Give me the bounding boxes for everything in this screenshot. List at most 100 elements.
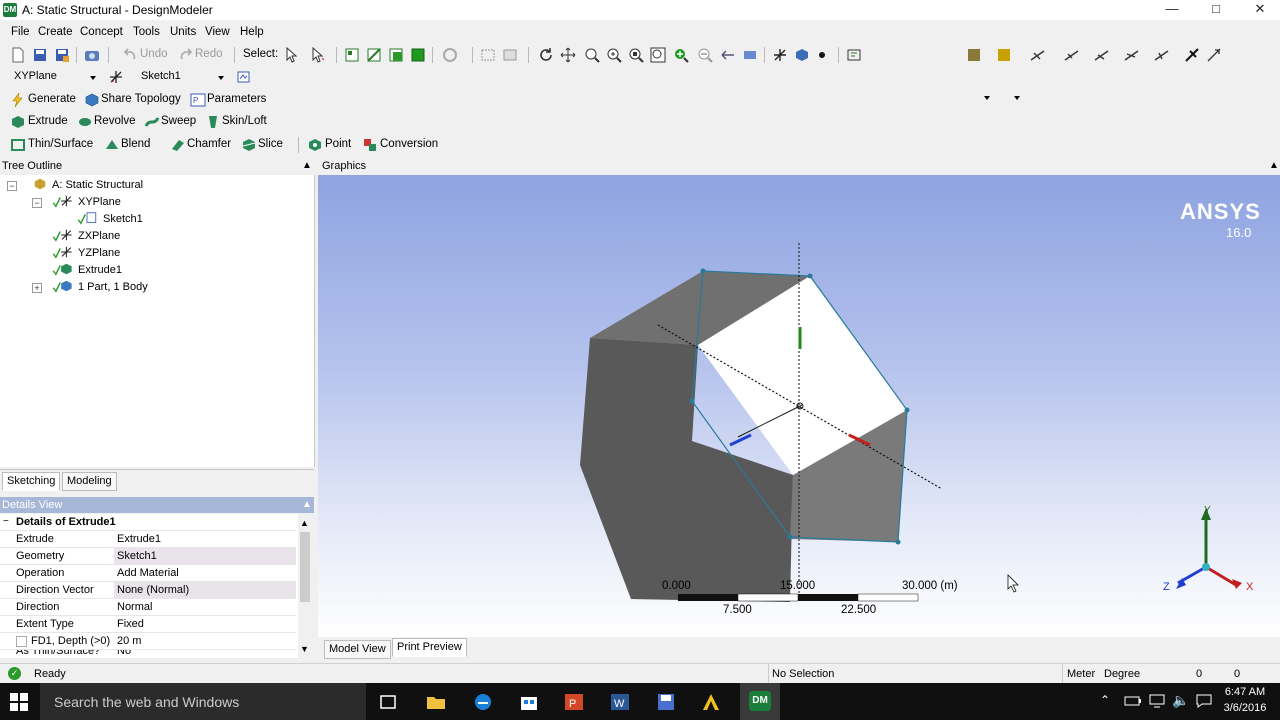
- scroll-down-icon[interactable]: ▼: [300, 644, 309, 654]
- sketch-tool-5-icon[interactable]: [1154, 47, 1170, 63]
- menu-units[interactable]: Units: [170, 26, 196, 38]
- collapse-icon[interactable]: −: [7, 181, 17, 191]
- select-bodies-icon[interactable]: [410, 47, 426, 63]
- save-as-icon[interactable]: [54, 47, 70, 63]
- redo-icon[interactable]: [178, 47, 194, 63]
- zoom-fit-icon[interactable]: [628, 47, 644, 63]
- pin-icon[interactable]: ▲: [302, 158, 312, 174]
- tab-sketching[interactable]: Sketching: [2, 472, 61, 491]
- thin-surface-button[interactable]: Thin/Surface: [28, 138, 93, 150]
- chamfer-button[interactable]: Chamfer: [187, 138, 231, 150]
- tab-modeling[interactable]: Modeling: [62, 472, 117, 491]
- taskbar-search-box[interactable]: Search the web and Windows: [40, 683, 366, 720]
- details-value[interactable]: No: [117, 650, 131, 658]
- zoom-icon[interactable]: [584, 47, 600, 63]
- share-topology-icon[interactable]: [84, 92, 100, 108]
- revolve-icon[interactable]: [77, 114, 93, 130]
- network-icon[interactable]: [1148, 693, 1166, 709]
- sweep-icon[interactable]: [144, 114, 160, 130]
- share-topology-button[interactable]: Share Topology: [101, 93, 181, 105]
- expand-icon[interactable]: +: [32, 283, 42, 293]
- menu-file[interactable]: File: [11, 26, 30, 38]
- graphics-viewport[interactable]: ANSYS 16.0 0.000 15.000 30.000 (m) 7.500…: [318, 175, 1280, 637]
- details-value[interactable]: None (Normal): [117, 582, 189, 598]
- details-value[interactable]: Normal: [117, 599, 152, 615]
- menu-concept[interactable]: Concept: [80, 26, 123, 38]
- details-value[interactable]: Sketch1: [117, 548, 157, 564]
- word-icon[interactable]: W: [609, 691, 631, 713]
- maximize-button[interactable]: □: [1194, 0, 1238, 20]
- parameters-button[interactable]: Parameters: [207, 93, 266, 105]
- zoom-out-icon[interactable]: [697, 47, 713, 63]
- details-value[interactable]: Extrude1: [117, 531, 161, 547]
- sweep-button[interactable]: Sweep: [161, 115, 196, 127]
- generate-button[interactable]: Generate: [28, 93, 76, 105]
- tree-item-zxplane[interactable]: ZXPlane: [78, 228, 120, 244]
- previous-view-icon[interactable]: [720, 47, 736, 63]
- zoom-in-icon[interactable]: [673, 47, 689, 63]
- tree-item-part-body[interactable]: 1 Part, 1 Body: [78, 279, 148, 295]
- pin-icon[interactable]: ▲: [302, 497, 312, 513]
- clock-time[interactable]: 6:47 AM: [1220, 686, 1270, 698]
- tree-item-static-structural[interactable]: A: Static Structural: [52, 177, 143, 193]
- rotate-icon[interactable]: [538, 47, 554, 63]
- parameters-icon[interactable]: P: [190, 92, 206, 108]
- parameter-checkbox[interactable]: [16, 636, 27, 647]
- select-edges-icon[interactable]: [366, 47, 382, 63]
- menu-tools[interactable]: Tools: [133, 26, 160, 38]
- edge-color-icon[interactable]: [996, 47, 1012, 63]
- select-pointer-icon[interactable]: [284, 47, 300, 63]
- look-at-icon[interactable]: [846, 47, 862, 63]
- menu-view[interactable]: View: [205, 26, 230, 38]
- extrude-button[interactable]: Extrude: [28, 115, 68, 127]
- details-value[interactable]: Fixed: [117, 616, 144, 632]
- pan-icon[interactable]: [560, 47, 576, 63]
- zoom-to-fit-icon[interactable]: [650, 47, 666, 63]
- sketch-tool-7-icon[interactable]: [1206, 47, 1222, 63]
- collapse-icon[interactable]: −: [32, 198, 42, 208]
- sketch-tool-4-icon[interactable]: [1124, 47, 1140, 63]
- sketch-dropdown[interactable]: Sketch1: [134, 68, 228, 84]
- extrude-icon[interactable]: [10, 114, 26, 130]
- sketch-tool-2-icon[interactable]: [1064, 47, 1080, 63]
- store-icon[interactable]: [518, 691, 540, 713]
- select-faces-icon[interactable]: [388, 47, 404, 63]
- chamfer-icon[interactable]: [170, 137, 186, 153]
- save-app-icon[interactable]: [655, 691, 677, 713]
- tree-item-yzplane[interactable]: YZPlane: [78, 245, 120, 261]
- windows-start-icon[interactable]: [10, 693, 28, 711]
- menu-create[interactable]: Create: [38, 26, 73, 38]
- designmodeler-task[interactable]: DM: [740, 683, 780, 720]
- tree-item-extrude1[interactable]: Extrude1: [78, 262, 122, 278]
- sketch-tool-3-icon[interactable]: [1094, 47, 1110, 63]
- point-button[interactable]: Point: [325, 138, 351, 150]
- display-model-icon[interactable]: [794, 47, 810, 63]
- scroll-up-icon[interactable]: ▲: [300, 518, 309, 528]
- file-explorer-icon[interactable]: [425, 691, 447, 713]
- undo-button[interactable]: Undo: [140, 48, 168, 60]
- face-color-icon[interactable]: [966, 47, 982, 63]
- plane-dropdown[interactable]: XYPlane: [8, 68, 100, 84]
- volume-icon[interactable]: 🔈: [1172, 692, 1189, 709]
- tree-item-sketch1[interactable]: Sketch1: [103, 211, 143, 227]
- sketch-tool-1-icon[interactable]: [1030, 47, 1046, 63]
- new-icon[interactable]: [10, 47, 26, 63]
- box-select-icon[interactable]: [480, 47, 496, 63]
- extend-select-icon[interactable]: [502, 47, 518, 63]
- blend-button[interactable]: Blend: [121, 138, 150, 150]
- conversion-button[interactable]: Conversion: [380, 138, 438, 150]
- box-zoom-icon[interactable]: [606, 47, 622, 63]
- details-value[interactable]: Add Material: [117, 565, 179, 581]
- screenshot-icon[interactable]: [84, 47, 100, 63]
- redo-button[interactable]: Redo: [195, 48, 223, 60]
- pin-icon[interactable]: ▲: [1269, 160, 1279, 171]
- sketch-tool-6-icon[interactable]: [1184, 47, 1200, 63]
- tree-item-xyplane[interactable]: XYPlane: [78, 194, 121, 210]
- save-icon[interactable]: [32, 47, 48, 63]
- minimize-button[interactable]: —: [1150, 0, 1194, 20]
- selection-filter-icon[interactable]: [442, 47, 458, 63]
- menu-help[interactable]: Help: [240, 26, 264, 38]
- ansys-workbench-icon[interactable]: [700, 691, 722, 713]
- conversion-icon[interactable]: [362, 137, 378, 153]
- collapse-icon[interactable]: −: [3, 514, 9, 530]
